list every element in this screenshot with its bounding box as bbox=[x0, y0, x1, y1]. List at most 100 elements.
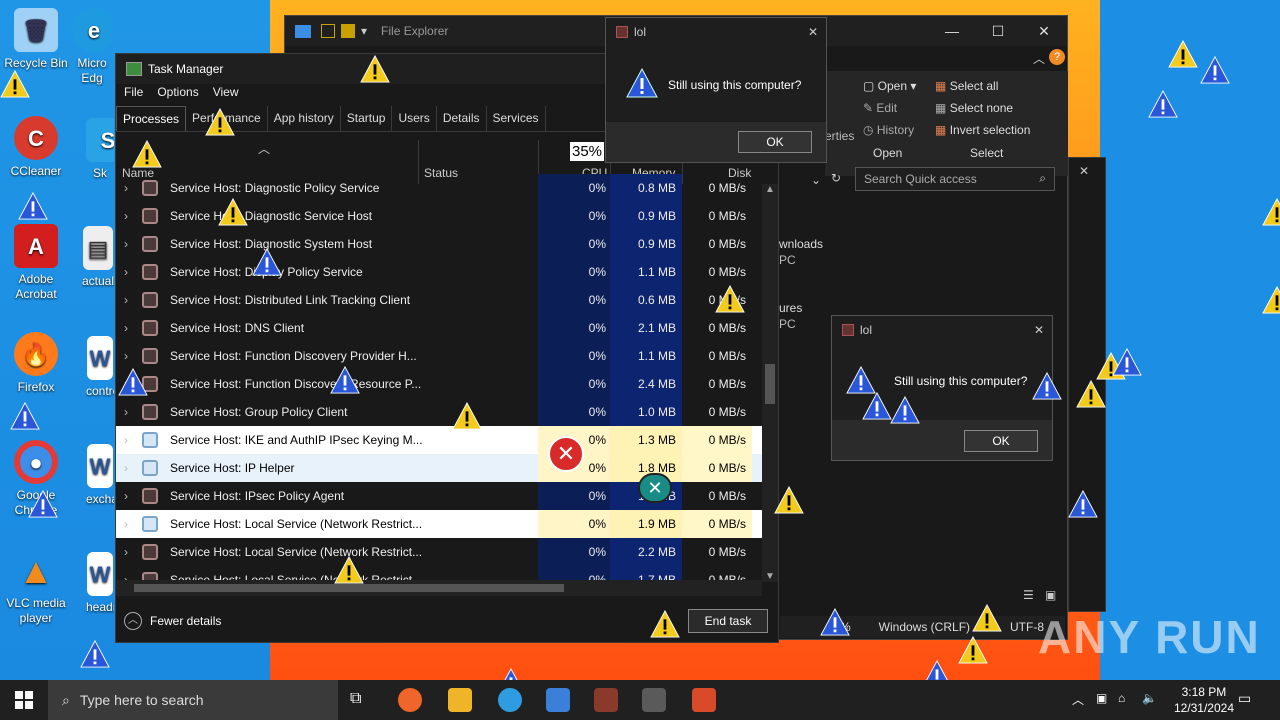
fewer-details-icon[interactable]: ︿ bbox=[124, 611, 142, 630]
address-dropdown-icon[interactable]: ⌄ bbox=[811, 173, 821, 187]
sort-chevron-icon[interactable]: ︿ bbox=[258, 140, 270, 157]
taskbar-search-box[interactable]: ⌕ Type here to search bbox=[48, 680, 338, 720]
edge-taskbar-icon[interactable] bbox=[398, 688, 422, 712]
qat-dropdown-icon[interactable]: ▾ bbox=[361, 24, 367, 38]
tab-services[interactable]: Services bbox=[487, 106, 546, 131]
expand-chevron-icon[interactable]: › bbox=[124, 545, 140, 559]
select-all-button[interactable]: ▦ Select all bbox=[935, 79, 998, 93]
desktop-icon-actuals[interactable]: ▤ actuals bbox=[82, 226, 114, 289]
details-view-icon[interactable]: ☰ bbox=[1023, 588, 1034, 602]
menu-file[interactable]: File bbox=[124, 85, 143, 99]
expand-chevron-icon[interactable]: › bbox=[124, 181, 140, 195]
ribbon-collapse-icon[interactable]: ︿ bbox=[1033, 50, 1045, 67]
expand-chevron-icon[interactable]: › bbox=[124, 433, 140, 447]
help-icon[interactable]: ? bbox=[1049, 49, 1065, 65]
horizontal-scrollbar[interactable] bbox=[116, 580, 762, 596]
file-explorer-taskbar-icon[interactable] bbox=[448, 688, 472, 712]
process-row[interactable]: › Service Host: Diagnostic Policy Service… bbox=[116, 174, 762, 202]
scroll-thumb[interactable] bbox=[765, 364, 775, 404]
expand-chevron-icon[interactable]: › bbox=[124, 517, 140, 531]
process-row[interactable]: › Service Host: DNS Client 0% 2.1 MB 0 MB/s bbox=[116, 314, 762, 342]
store-taskbar-icon[interactable] bbox=[546, 688, 570, 712]
start-button[interactable] bbox=[0, 680, 48, 720]
menu-view[interactable]: View bbox=[213, 85, 239, 99]
expand-chevron-icon[interactable]: › bbox=[124, 321, 140, 335]
search-quick-access-input[interactable]: Search Quick access ⌕ bbox=[855, 167, 1055, 191]
maximize-button[interactable]: ☐ bbox=[975, 16, 1021, 46]
desktop-icon-recycle-bin[interactable]: 🗑 Recycle Bin bbox=[0, 8, 72, 71]
tab-details[interactable]: Details bbox=[437, 106, 487, 131]
expand-chevron-icon[interactable]: › bbox=[124, 293, 140, 307]
desktop-icon-word-contro[interactable]: W contro bbox=[86, 336, 114, 399]
ribbon-open-button[interactable]: ▢ Open ▾ bbox=[863, 79, 916, 93]
nav-item-pictures[interactable]: ures bbox=[779, 300, 823, 316]
close-icon[interactable]: ✕ bbox=[1034, 323, 1052, 337]
process-row[interactable]: › Service Host: Group Policy Client 0% 1.0 … bbox=[116, 398, 762, 426]
nav-item-downloads[interactable]: wnloads bbox=[779, 236, 823, 252]
tab-users[interactable]: Users bbox=[392, 106, 437, 131]
process-row[interactable]: › Service Host: Local Service (Network Re… bbox=[116, 538, 762, 566]
ribbon-properties-label[interactable]: erties bbox=[825, 129, 854, 143]
lol-app-taskbar-icon[interactable] bbox=[692, 688, 716, 712]
app-taskbar-icon[interactable] bbox=[594, 688, 618, 712]
process-row[interactable]: › Service Host: Local Service (Network Re… bbox=[116, 510, 762, 538]
tab-app-history[interactable]: App history bbox=[268, 106, 341, 131]
desktop-icon-skype[interactable]: S Sk bbox=[86, 118, 114, 181]
ethernet-icon[interactable]: ⌂ bbox=[1118, 691, 1125, 705]
large-icons-view-icon[interactable]: ▣ bbox=[1045, 588, 1056, 602]
desktop-icon-adobe-acrobat[interactable]: A Adobe Acrobat bbox=[0, 224, 72, 302]
process-row[interactable]: › Service Host: Diagnostic Service Host 0%… bbox=[116, 202, 762, 230]
desktop-icon-word-headr[interactable]: W headr bbox=[86, 552, 114, 615]
end-task-button[interactable]: End task bbox=[688, 609, 768, 633]
lol-dialog-1[interactable]: lol ✕ Still using this computer? OK bbox=[605, 17, 827, 163]
tray-chevron-icon[interactable]: ︿ bbox=[1072, 691, 1084, 708]
tab-startup[interactable]: Startup bbox=[341, 106, 393, 131]
ribbon-history-button[interactable]: ◷ History bbox=[863, 123, 914, 137]
vertical-scrollbar[interactable]: ▲ ▼ bbox=[762, 184, 778, 582]
close-icon[interactable]: ✕ bbox=[808, 25, 826, 39]
desktop-icon-vlc[interactable]: ▲ VLC media player bbox=[0, 548, 72, 626]
expand-chevron-icon[interactable]: › bbox=[124, 237, 140, 251]
select-none-button[interactable]: ▦ Select none bbox=[935, 101, 1013, 115]
process-row[interactable]: › Service Host: Display Policy Service 0%1… bbox=[116, 258, 762, 286]
expand-chevron-icon[interactable]: › bbox=[124, 489, 140, 503]
desktop-icon-edge[interactable]: e Micro Edg bbox=[72, 8, 112, 86]
edge-blue-taskbar-icon[interactable] bbox=[498, 688, 522, 712]
scroll-up-icon[interactable]: ▲ bbox=[762, 184, 778, 195]
desktop-icon-word-exchan[interactable]: W exchan bbox=[86, 444, 114, 507]
task-view-icon[interactable]: ⧉ bbox=[350, 690, 361, 708]
desktop-icon-firefox[interactable]: 🔥 Firefox bbox=[0, 332, 72, 395]
volume-icon[interactable]: 🔈 bbox=[1142, 691, 1157, 705]
expand-chevron-icon[interactable]: › bbox=[124, 405, 140, 419]
qat-properties-icon[interactable] bbox=[321, 24, 335, 38]
process-row[interactable]: › Service Host: Function Discovery Provid… bbox=[116, 342, 762, 370]
scroll-down-icon[interactable]: ▼ bbox=[762, 571, 778, 582]
nav-item-pc[interactable]: PC bbox=[779, 252, 823, 268]
ok-button[interactable]: OK bbox=[964, 430, 1038, 452]
process-row[interactable]: › Service Host: Distributed Link Tracking… bbox=[116, 286, 762, 314]
fewer-details-link[interactable]: Fewer details bbox=[150, 614, 221, 628]
network-icon[interactable]: ▣ bbox=[1096, 691, 1107, 705]
expand-chevron-icon[interactable]: › bbox=[124, 349, 140, 363]
invert-selection-button[interactable]: ▦ Invert selection bbox=[935, 123, 1030, 137]
process-row[interactable]: › Service Host: IKE and AuthIP IPsec Keyi… bbox=[116, 426, 762, 454]
ok-button[interactable]: OK bbox=[738, 131, 812, 153]
ribbon-edit-button[interactable]: ✎ Edit bbox=[863, 101, 897, 115]
refresh-icon[interactable]: ↻ bbox=[831, 171, 841, 185]
minimize-button[interactable]: — bbox=[929, 16, 975, 46]
clock[interactable]: 3:18 PM 12/31/2024 bbox=[1174, 684, 1234, 716]
menu-options[interactable]: Options bbox=[157, 85, 198, 99]
expand-chevron-icon[interactable]: › bbox=[124, 209, 140, 223]
close-button[interactable]: ✕ bbox=[1021, 16, 1067, 46]
tab-processes[interactable]: Processes bbox=[116, 106, 187, 131]
close-icon[interactable]: ✕ bbox=[1069, 158, 1105, 184]
process-row[interactable]: › Service Host: Diagnostic System Host 0% 0… bbox=[116, 230, 762, 258]
desktop-icon-ccleaner[interactable]: C CCleaner bbox=[0, 116, 72, 179]
process-row[interactable]: ›Service Host: Function Discovery Resour… bbox=[116, 370, 762, 398]
nav-item-pc-2[interactable]: PC bbox=[779, 316, 823, 332]
qat-new-folder-icon[interactable] bbox=[341, 24, 355, 38]
expand-chevron-icon[interactable]: › bbox=[124, 461, 140, 475]
task-manager-taskbar-icon[interactable] bbox=[642, 688, 666, 712]
dialog-titlebar[interactable]: lol ✕ bbox=[832, 316, 1052, 344]
dialog-titlebar[interactable]: lol ✕ bbox=[606, 18, 826, 46]
